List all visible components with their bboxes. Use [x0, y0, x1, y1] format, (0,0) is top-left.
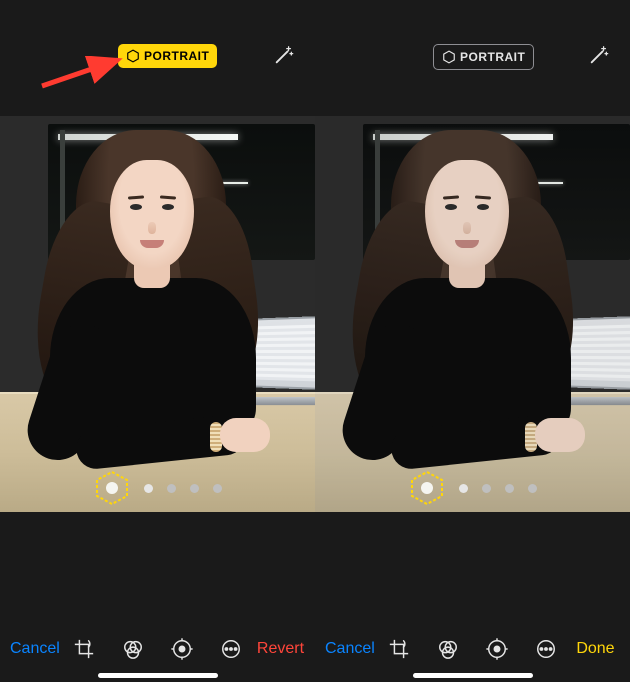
home-indicator[interactable] [413, 673, 533, 678]
lighting-selector[interactable] [409, 470, 537, 506]
comparison-canvas: PORTRAIT [0, 0, 630, 682]
crop-icon [388, 638, 410, 660]
lighting-dot[interactable] [144, 484, 153, 493]
lighting-dot[interactable] [167, 484, 176, 493]
crop-button[interactable] [60, 638, 109, 660]
lighting-dot[interactable] [528, 484, 537, 493]
photo-preview[interactable] [0, 116, 315, 512]
home-indicator[interactable] [98, 673, 218, 678]
lighting-dot[interactable] [190, 484, 199, 493]
done-button[interactable]: Done [571, 640, 620, 658]
filters-button[interactable] [424, 638, 473, 660]
lighting-dot[interactable] [505, 484, 514, 493]
lighting-hex-icon [94, 470, 130, 506]
portrait-hex-icon [126, 49, 140, 63]
editor-pane-left: PORTRAIT [0, 0, 315, 682]
portrait-badge[interactable]: PORTRAIT [118, 44, 217, 68]
crop-button[interactable] [375, 638, 424, 660]
lighting-dot[interactable] [213, 484, 222, 493]
portrait-badge-label: PORTRAIT [460, 50, 525, 64]
filters-icon [122, 638, 144, 660]
lighting-hex-icon [409, 470, 445, 506]
more-button[interactable] [207, 638, 256, 660]
adjust-button[interactable] [473, 638, 522, 660]
filters-button[interactable] [109, 638, 158, 660]
portrait-hex-icon [442, 50, 456, 64]
photo-scene [315, 116, 630, 512]
portrait-badge[interactable]: PORTRAIT [433, 44, 534, 70]
more-button[interactable] [522, 638, 571, 660]
portrait-badge-label: PORTRAIT [144, 49, 209, 63]
adjust-icon [171, 638, 193, 660]
adjust-button[interactable] [158, 638, 207, 660]
more-icon [220, 638, 242, 660]
editor-pane-right: PORTRAIT [315, 0, 630, 682]
magic-wand-button[interactable] [588, 44, 610, 66]
more-icon [535, 638, 557, 660]
magic-wand-icon [588, 44, 610, 66]
crop-icon [73, 638, 95, 660]
cancel-button[interactable]: Cancel [10, 640, 60, 658]
photo-preview[interactable] [315, 116, 630, 512]
revert-button[interactable]: Revert [256, 640, 305, 658]
lighting-dot[interactable] [482, 484, 491, 493]
adjust-icon [486, 638, 508, 660]
top-bar: PORTRAIT [0, 0, 315, 116]
magic-wand-icon [273, 44, 295, 66]
filters-icon [437, 638, 459, 660]
lighting-dot[interactable] [459, 484, 468, 493]
lighting-selector[interactable] [94, 470, 222, 506]
magic-wand-button[interactable] [273, 44, 295, 66]
top-bar: PORTRAIT [315, 0, 630, 116]
cancel-button[interactable]: Cancel [325, 640, 375, 658]
photo-scene [0, 116, 315, 512]
